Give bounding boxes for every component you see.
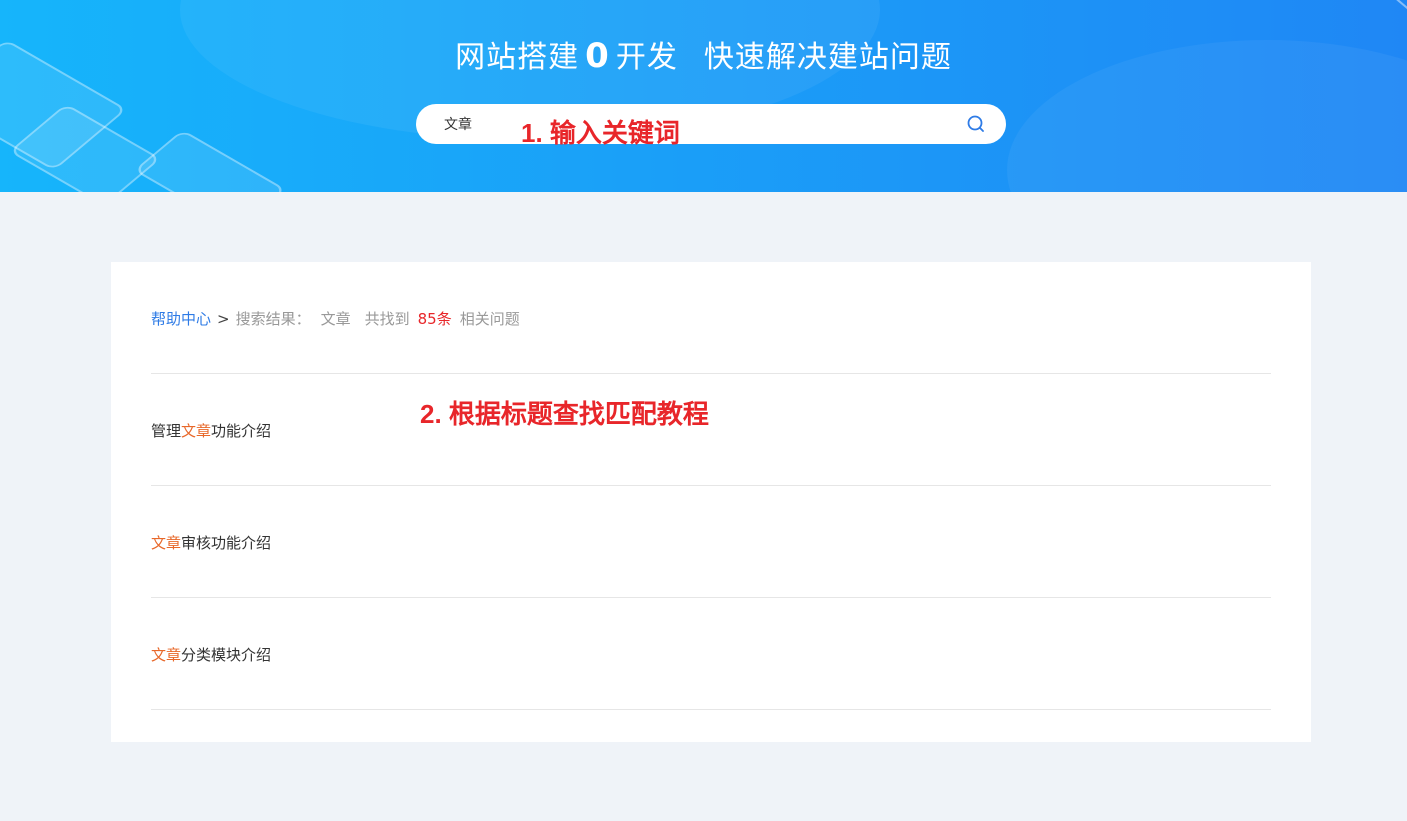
banner-title-zero: 0 <box>585 36 610 76</box>
related-label: 相关问题 <box>459 310 520 328</box>
search-result-label: 搜索结果： <box>235 310 311 328</box>
search-results-card: 帮助中心 > 搜索结果： 文章 共找到 85条 相关问题 管理文章功能介绍 文章审核功能介绍… <box>111 262 1311 742</box>
banner-decoration <box>133 129 287 192</box>
result-title-highlight: 文章 <box>181 422 212 440</box>
banner-title-part: 开发 <box>615 40 678 75</box>
result-title-text: 分类模块介绍 <box>181 646 272 664</box>
banner-title: 网站搭建 0 开发 快速解决建站问题 <box>0 32 1407 76</box>
result-title-link[interactable]: 文章分类模块介绍 <box>151 644 271 665</box>
result-item[interactable]: 文章分类模块介绍 <box>151 597 1271 709</box>
result-title-highlight: 文章 <box>151 646 182 664</box>
annotation-step1: 1. 输入关键词 <box>521 118 680 148</box>
result-item[interactable]: 管理文章功能介绍 <box>151 373 1271 485</box>
breadcrumb: 帮助中心 > 搜索结果： 文章 共找到 85条 相关问题 <box>151 308 520 329</box>
hero-banner: 网站搭建0开发快速解决建站问题 1. 输入关键词 <box>0 0 1407 192</box>
breadcrumb-home-link[interactable]: 帮助中心 <box>151 310 211 328</box>
search-keyword: 文章 <box>320 310 351 328</box>
result-title-text: 功能介绍 <box>211 422 272 440</box>
result-title-text: 管理 <box>151 422 182 440</box>
result-title-link[interactable]: 管理文章功能介绍 <box>151 420 271 441</box>
banner-decoration <box>1363 0 1407 12</box>
annotation-step2: 2. 根据标题查找匹配教程 <box>420 399 709 429</box>
result-count: 85条 <box>417 310 452 328</box>
banner-title-part: 网站搭建 <box>455 40 580 75</box>
banner-subtitle: 快速解决建站问题 <box>703 40 952 75</box>
breadcrumb-separator: > <box>217 310 230 328</box>
result-item[interactable] <box>151 709 1271 821</box>
search-box <box>416 104 1006 144</box>
search-icon[interactable] <box>966 114 986 134</box>
search-input[interactable] <box>444 113 924 135</box>
result-title-highlight: 文章 <box>151 534 182 552</box>
result-title-text: 审核功能介绍 <box>181 534 272 552</box>
result-item[interactable]: 文章审核功能介绍 <box>151 485 1271 597</box>
found-label: 共找到 <box>364 310 410 328</box>
results-list: 管理文章功能介绍 文章审核功能介绍 文章分类模块介绍 <box>151 373 1271 821</box>
result-title-link[interactable]: 文章审核功能介绍 <box>151 532 271 553</box>
